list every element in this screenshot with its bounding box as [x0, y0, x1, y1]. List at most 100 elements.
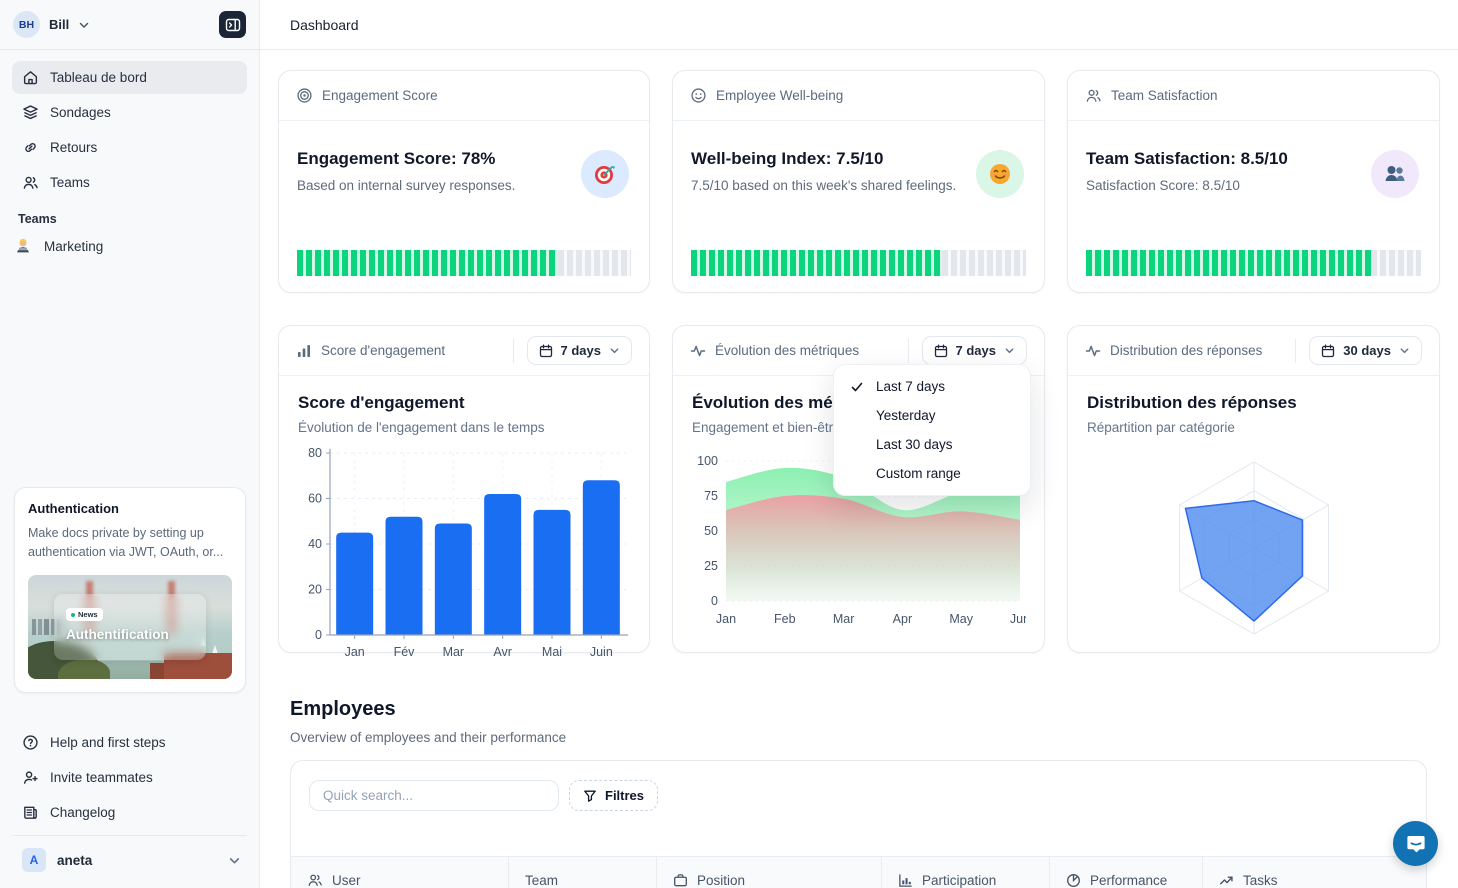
target-icon [296, 87, 313, 104]
sidebar-item-feedback[interactable]: Retours [12, 131, 247, 164]
user-avatar[interactable]: BH [13, 11, 40, 38]
main-area: Dashboard Engagement Score Engagement Sc… [260, 0, 1458, 888]
column-header-user[interactable]: User [291, 857, 509, 888]
svg-text:25: 25 [704, 559, 718, 573]
date-range-menu: Last 7 days Yesterday Last 30 days Custo… [833, 364, 1031, 496]
date-range-label: 7 days [561, 343, 601, 358]
svg-text:Jan: Jan [345, 645, 365, 659]
users-icon [1085, 87, 1102, 104]
column-header-participation[interactable]: Participation [882, 857, 1050, 888]
calendar-icon [1321, 344, 1335, 358]
date-range-button[interactable]: 7 days [922, 336, 1027, 365]
svg-text:Juin: Juin [590, 645, 613, 659]
trend-up-icon [1219, 873, 1234, 888]
sidebar-item-surveys[interactable]: Sondages [12, 96, 247, 129]
chevron-down-icon [78, 19, 90, 31]
bar-chart-icon [296, 343, 312, 359]
chart-title: Score d'engagement [298, 393, 630, 413]
app-window: BH Bill Tableau de bord Sondages Retours [0, 0, 1458, 888]
promo-card-authentication[interactable]: Authentication Make docs private by sett… [14, 487, 246, 693]
search-input[interactable] [309, 780, 559, 811]
svg-text:Mai: Mai [542, 645, 562, 659]
metric-subtitle: 7.5/10 based on this week's shared feeli… [691, 178, 1026, 193]
sidebar-item-label: Sondages [50, 105, 111, 120]
column-header-team[interactable]: Team [509, 857, 657, 888]
sidebar-item-dashboard[interactable]: Tableau de bord [12, 61, 247, 94]
employees-title: Employees [290, 698, 396, 721]
svg-text:Avr: Avr [493, 645, 512, 659]
promo-title: Authentication [28, 501, 232, 516]
menu-item-last-7-days[interactable]: Last 7 days [840, 372, 1024, 401]
sidebar: BH Bill Tableau de bord Sondages Retours [0, 0, 260, 888]
progress-bar [691, 250, 1026, 276]
chat-widget-button[interactable] [1393, 821, 1438, 866]
briefcase-icon [673, 873, 688, 888]
sidebar-nav: Tableau de bord Sondages Retours Teams [0, 50, 259, 199]
workspace-switcher[interactable]: A aneta [12, 840, 247, 880]
response-radar-chart [1087, 441, 1421, 651]
sidebar-item-label: Changelog [50, 805, 115, 820]
date-range-button[interactable]: 7 days [527, 336, 632, 365]
chevron-down-icon [609, 345, 620, 356]
svg-text:Jan: Jan [716, 612, 736, 626]
technologist-emoji [14, 237, 32, 255]
page-title: Dashboard [290, 17, 359, 33]
sidebar-item-changelog[interactable]: Changelog [12, 796, 247, 829]
target-emoji [581, 150, 629, 198]
svg-text:Fév: Fév [394, 645, 416, 659]
newspaper-icon [22, 804, 39, 821]
svg-text:50: 50 [704, 524, 718, 538]
busts-in-silhouette-emoji [1371, 150, 1419, 198]
chevron-down-icon [1004, 345, 1015, 356]
divider [1295, 339, 1296, 363]
menu-item-custom-range[interactable]: Custom range [840, 459, 1024, 488]
promo-image: News Authentification [28, 575, 232, 679]
metric-title: Well-being Index: 7.5/10 [691, 149, 1026, 169]
svg-text:100: 100 [697, 454, 718, 468]
calendar-icon [539, 344, 553, 358]
workspace-avatar: A [22, 848, 46, 872]
svg-text:Apr: Apr [893, 612, 912, 626]
users-icon [22, 174, 39, 191]
metric-title: Team Satisfaction: 8.5/10 [1086, 149, 1421, 169]
column-header-tasks[interactable]: Tasks [1203, 857, 1426, 888]
date-range-button[interactable]: 30 days [1309, 336, 1422, 365]
card-header-label: Distribution des réponses [1110, 343, 1262, 358]
sidebar-item-label: Help and first steps [50, 735, 166, 750]
sidebar-item-teams[interactable]: Teams [12, 166, 247, 199]
sidebar-item-invite[interactable]: Invite teammates [12, 761, 247, 794]
link-icon [22, 139, 39, 156]
bar-chart-icon [898, 873, 913, 888]
user-name[interactable]: Bill [49, 17, 69, 32]
promo-description: Make docs private by setting up authenti… [28, 524, 232, 563]
card-header-label: Team Satisfaction [1111, 88, 1218, 103]
layers-icon [22, 104, 39, 121]
check-icon [850, 380, 864, 394]
sidebar-item-marketing[interactable]: Marketing [0, 229, 259, 263]
svg-text:80: 80 [308, 446, 322, 460]
collapse-sidebar-button[interactable] [219, 11, 246, 38]
employees-card: Filtres User Team Position Participation [290, 760, 1427, 888]
sidebar-item-label: Invite teammates [50, 770, 153, 785]
sidebar-item-help[interactable]: Help and first steps [12, 726, 247, 759]
card-header-label: Engagement Score [322, 88, 438, 103]
sidebar-item-label: Tableau de bord [50, 70, 147, 85]
promo-image-title: Authentification [66, 627, 194, 642]
column-header-position[interactable]: Position [657, 857, 882, 888]
smiley-icon [690, 87, 707, 104]
filters-label: Filtres [605, 788, 644, 803]
metric-card-wellbeing: Employee Well-being Well-being Index: 7.… [672, 70, 1045, 293]
pie-chart-icon [1066, 873, 1081, 888]
menu-item-last-30-days[interactable]: Last 30 days [840, 430, 1024, 459]
help-circle-icon [22, 734, 39, 751]
svg-text:Mar: Mar [443, 645, 465, 659]
metric-subtitle: Satisfaction Score: 8.5/10 [1086, 178, 1421, 193]
users-icon [307, 872, 323, 888]
metric-card-satisfaction: Team Satisfaction Team Satisfaction: 8.5… [1067, 70, 1440, 293]
workspace-name: aneta [57, 853, 92, 868]
menu-item-yesterday[interactable]: Yesterday [840, 401, 1024, 430]
column-header-performance[interactable]: Performance [1050, 857, 1203, 888]
filters-button[interactable]: Filtres [569, 780, 658, 811]
date-range-label: 7 days [956, 343, 996, 358]
employees-subtitle: Overview of employees and their performa… [290, 730, 566, 745]
